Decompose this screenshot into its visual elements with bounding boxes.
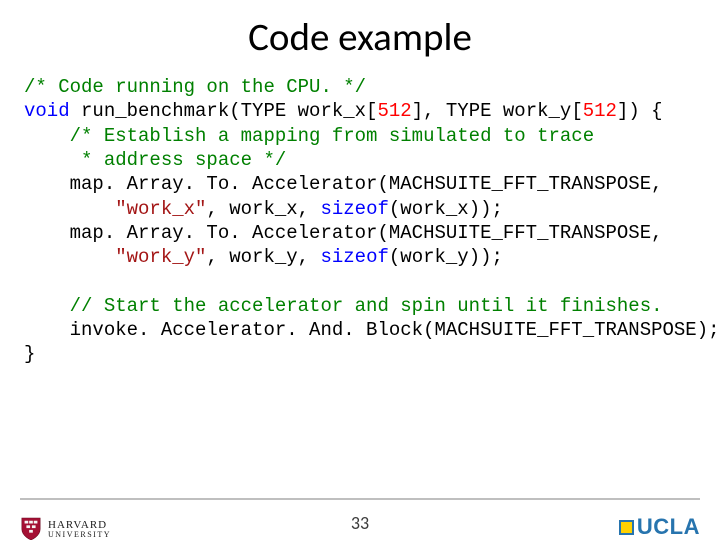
code-keyword: sizeof <box>320 198 388 220</box>
shield-icon <box>20 516 42 540</box>
slide: Code example /* Code running on the CPU.… <box>0 14 720 540</box>
code-text: invoke. Accelerator. And. Block(MACHSUIT… <box>24 319 720 341</box>
code-string: "work_x" <box>115 198 206 220</box>
code-comment: /* Code running on the CPU. */ <box>24 76 366 98</box>
harvard-name: HARVARD <box>48 520 111 531</box>
code-number: 512 <box>377 100 411 122</box>
ucla-logo: UCLA <box>619 514 700 540</box>
code-text: (work_x)); <box>389 198 503 220</box>
code-text: ], TYPE work_y[ <box>412 100 583 122</box>
code-text: , work_y, <box>206 246 320 268</box>
code-comment: // Start the accelerator and spin until … <box>70 295 663 317</box>
code-number: 512 <box>583 100 617 122</box>
footer-divider <box>20 498 700 500</box>
ucla-text: UCLA <box>637 514 700 540</box>
code-keyword: sizeof <box>320 246 388 268</box>
ucla-box-icon <box>619 520 634 535</box>
code-text <box>24 246 115 268</box>
code-text: (work_y)); <box>389 246 503 268</box>
footer: 33 HARVARD UNIVERSITY UCLA <box>0 498 720 540</box>
code-string: "work_y" <box>115 246 206 268</box>
code-block: /* Code running on the CPU. */ void run_… <box>24 75 696 367</box>
code-text: run_benchmark(TYPE work_x[ <box>70 100 378 122</box>
code-comment: /* Establish a mapping from simulated to… <box>70 125 595 147</box>
code-text <box>24 198 115 220</box>
slide-title: Code example <box>0 14 720 61</box>
code-comment: * address space */ <box>70 149 287 171</box>
code-keyword: void <box>24 100 70 122</box>
code-text: map. Array. To. Accelerator(MACHSUITE_FF… <box>24 222 663 244</box>
code-text: ]) { <box>617 100 663 122</box>
harvard-text: HARVARD UNIVERSITY <box>48 520 111 539</box>
code-text: , work_x, <box>206 198 320 220</box>
code-text: } <box>24 343 35 365</box>
harvard-sub: UNIVERSITY <box>48 531 111 539</box>
harvard-logo: HARVARD UNIVERSITY <box>20 516 111 540</box>
code-text: map. Array. To. Accelerator(MACHSUITE_FF… <box>24 173 663 195</box>
